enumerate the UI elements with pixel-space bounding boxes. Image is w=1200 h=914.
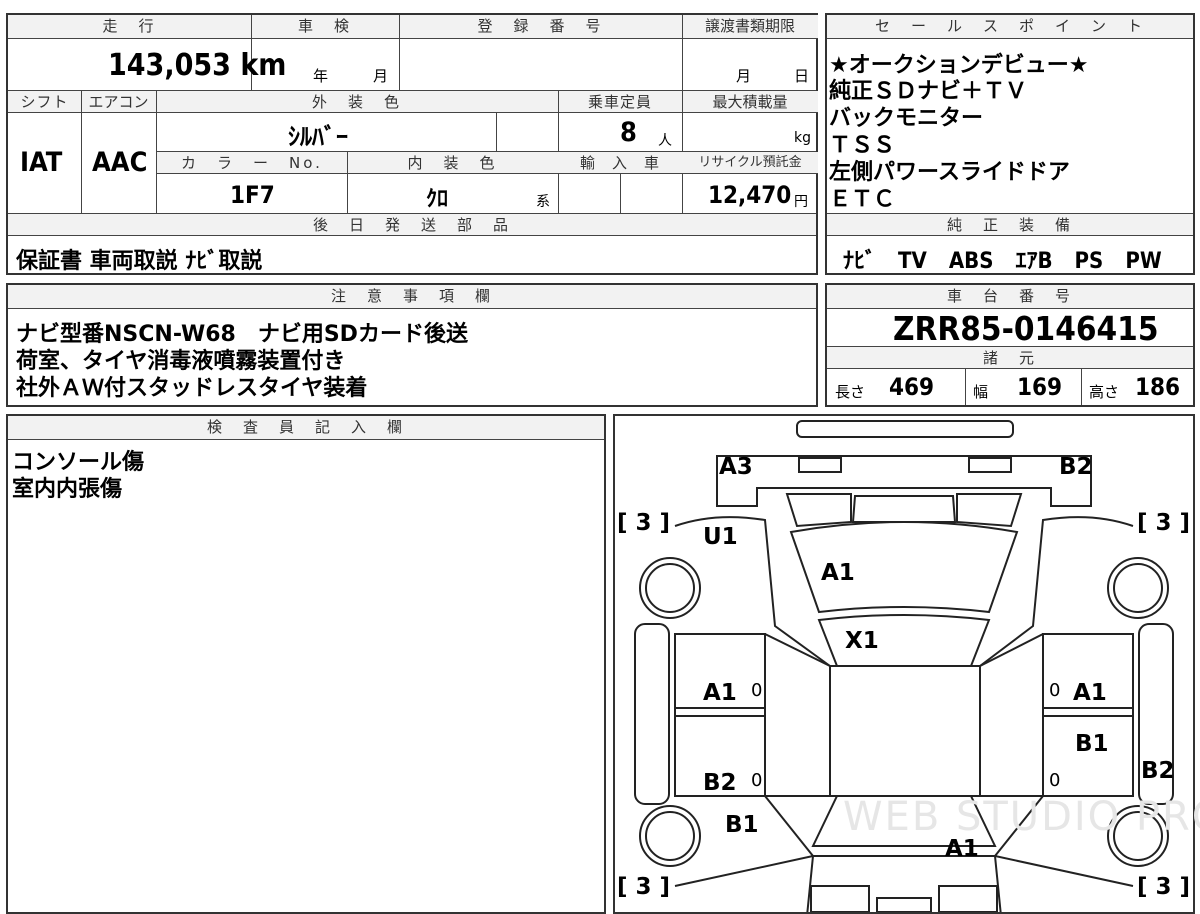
height-label: 高さ	[1089, 383, 1120, 401]
notes-header: 注 意 事 項 欄	[8, 285, 816, 309]
mark-door-front-left: A1	[703, 680, 737, 706]
mark-door-rear-left: B2	[703, 770, 737, 796]
chassis-number: ZRR85-0146415	[893, 309, 1159, 348]
exterior-color-value: ｼﾙﾊﾞｰ	[288, 123, 348, 151]
sales-points-panel: セ ー ル ス ポ イ ン ト ★オークションデビュー★ 純正ＳＤナビ＋ＴＶ バ…	[825, 13, 1195, 275]
import-header: 輸 入 車	[558, 152, 682, 174]
ac-header: エアコン	[81, 91, 156, 113]
transfer-header: 譲渡書類期限	[682, 15, 818, 39]
interior-color-header: 内 装 色	[347, 152, 558, 174]
sales-points-header: セ ー ル ス ポ イ ン ト	[827, 15, 1193, 39]
ac-value: AAC	[92, 147, 148, 178]
recycle-fee-value: 12,470	[708, 181, 792, 209]
recycle-header: リサイクル預託金	[682, 152, 818, 174]
chassis-panel: 車 台 番 号 ZRR85-0146415 諸 元 長さ 469 幅 169 高…	[825, 283, 1195, 407]
zero-right-front: 0	[1049, 680, 1061, 701]
width-label: 幅	[973, 383, 989, 401]
length-value: 469	[889, 373, 935, 401]
width-value: 169	[1017, 373, 1063, 401]
capacity-header: 乗車定員	[558, 91, 682, 113]
capacity-unit: 人	[658, 133, 672, 149]
mark-front-left: A3	[719, 454, 753, 480]
mileage-header: 走 行	[8, 15, 251, 39]
mark-sill-left: B1	[725, 812, 759, 838]
zero-right-rear: 0	[1049, 770, 1061, 791]
interior-color-value: ｸﾛ	[426, 187, 449, 212]
mark-door-rear-right: B1	[1075, 731, 1109, 757]
color-no-header: カ ラ ー No.	[157, 152, 347, 174]
chassis-header: 車 台 番 号	[827, 285, 1193, 309]
later-parts-value: 保証書 車両取説 ﾅﾋﾞ取説	[16, 249, 263, 274]
inspection-month-unit: 月	[373, 67, 389, 85]
mark-front-right: B2	[1059, 454, 1093, 480]
inspection-header: 車 検	[251, 15, 399, 39]
shift-value: IAT	[20, 147, 63, 178]
car-diagram-panel: A3 B2 U1 A1 X1 A1 A1 B1 B2 B1 B2 A1 [ 3 …	[613, 414, 1200, 914]
length-label: 長さ	[835, 383, 866, 401]
watermark: WEB STUDIO PRO	[843, 794, 1200, 840]
registration-header: 登 録 番 号	[399, 15, 682, 39]
inspector-line-2: 室内内張傷	[12, 477, 123, 502]
equipment-header: 純 正 装 備	[827, 214, 1193, 236]
notes-panel: 注 意 事 項 欄 ナビ型番NSCN-W68 ナビ用SDカード後送 荷室、タイヤ…	[6, 283, 818, 407]
inspector-header: 検 査 員 記 入 欄	[8, 416, 604, 440]
later-parts-header: 後 日 発 送 部 品	[8, 214, 816, 236]
color-no-value: 1F7	[230, 181, 275, 209]
mark-windshield: X1	[845, 628, 879, 654]
tire-front-left-label: [ 3 ]	[617, 510, 671, 536]
exterior-color-header: 外 装 色	[156, 91, 558, 113]
equipment-value: ﾅﾋﾞ TV ABS ｴｱB PS PW	[843, 249, 1162, 274]
zero-left-front: 0	[751, 680, 763, 701]
note-line-3: 社外ＡＷ付スタッドレスタイヤ装着	[16, 376, 368, 401]
shift-header: シフト	[8, 91, 81, 113]
capacity-value: 8	[620, 117, 637, 148]
interior-color-suffix: 系	[536, 194, 550, 210]
height-value: 186	[1135, 373, 1181, 401]
sales-point-line-6: ＥＴＣ	[829, 187, 896, 212]
max-load-header: 最大積載量	[682, 91, 818, 113]
inspector-panel: 検 査 員 記 入 欄 コンソール傷 室内内張傷	[6, 414, 606, 914]
spec-header: 諸 元	[827, 347, 1193, 369]
recycle-unit: 円	[794, 194, 808, 210]
zero-left-rear: 0	[751, 770, 763, 791]
max-load-unit: kg	[794, 130, 811, 146]
mileage-value: 143,053 km	[108, 48, 287, 83]
vehicle-info-panel: 走 行 車 検 登 録 番 号 譲渡書類期限 143,053 km 年 月 月 …	[6, 13, 818, 275]
transfer-month-unit: 月	[736, 67, 752, 85]
mark-fender-rear-right: B2	[1141, 758, 1175, 784]
mark-hood-left: U1	[703, 524, 738, 550]
inspection-year-unit: 年	[313, 67, 329, 85]
mark-door-front-right: A1	[1073, 680, 1107, 706]
transfer-day-unit: 日	[794, 67, 810, 85]
tire-rear-left-label: [ 3 ]	[617, 874, 671, 900]
tire-front-right-label: [ 3 ]	[1137, 510, 1191, 536]
mark-hood: A1	[821, 560, 855, 586]
tire-rear-right-label: [ 3 ]	[1137, 874, 1191, 900]
